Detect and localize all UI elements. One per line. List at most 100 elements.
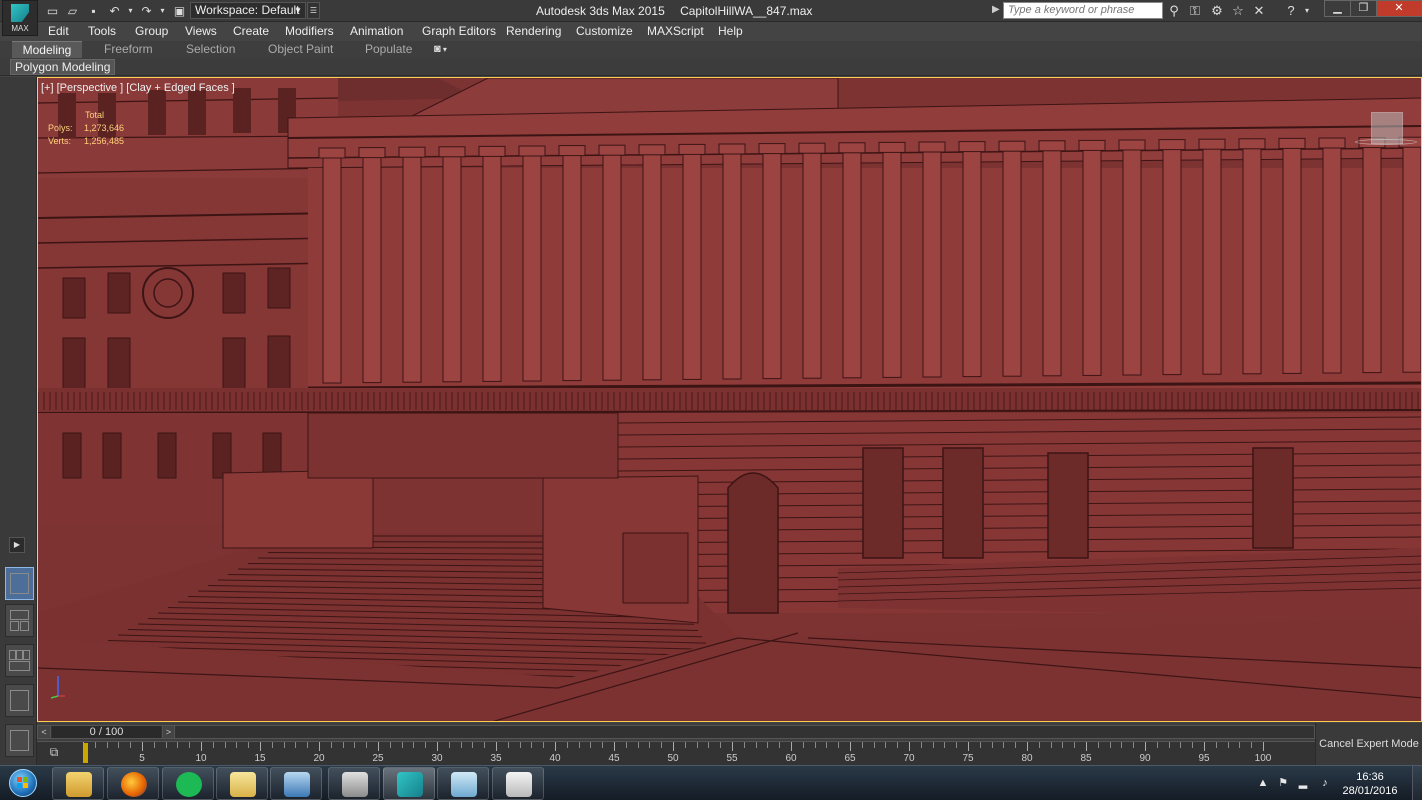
taskbar-calculator-button[interactable] [492,767,544,800]
layout-two-button[interactable] [5,604,34,637]
undo-dropdown-icon[interactable]: ▾ [122,3,139,19]
menu-modifiers[interactable]: Modifiers [285,24,334,38]
tab-freeform[interactable]: Freeform [98,41,159,58]
layout-five-button[interactable] [5,724,34,757]
show-hidden-icons-icon[interactable]: ▲ [1256,777,1270,790]
taskbar-spotify-button[interactable] [162,767,214,800]
frame-tick-label: 100 [1254,753,1272,764]
layout-cell [10,690,29,711]
menu-rendering[interactable]: Rendering [506,24,561,38]
tab-selection[interactable]: Selection [180,41,241,58]
taskbar-sketchup-button[interactable] [328,767,380,800]
app-menu-button[interactable]: MAX [2,0,38,36]
network-signal-icon[interactable]: ▂ [1296,777,1310,790]
taskbar-3ds-max-button[interactable] [383,767,435,800]
menu-tools[interactable]: Tools [88,24,116,38]
undo-icon[interactable]: ↶ [106,3,123,19]
favorites-star-icon[interactable]: ☆ [1229,3,1247,19]
frame-tick-label: 30 [431,753,443,764]
polygon-modeling-panel-button[interactable]: Polygon Modeling [10,59,116,75]
menu-group[interactable]: Group [135,24,168,38]
calculator-icon [506,772,532,797]
frame-tick-label: 35 [490,753,502,764]
frame-tick [661,742,663,748]
layout-cell [10,573,29,594]
frame-tick [271,742,273,748]
frame-tick [1015,742,1017,748]
frame-tick [979,742,981,748]
minimize-button[interactable]: ▁ [1324,0,1351,17]
menu-create[interactable]: Create [233,24,269,38]
expand-layouts-icon[interactable]: ▶ [9,537,25,553]
cancel-expert-mode-button[interactable]: Cancel Expert Mode [1315,723,1422,765]
action-center-flag-icon[interactable]: ⚑ [1276,777,1290,790]
frame-tick [850,742,851,751]
taskbar-firefox-button[interactable] [107,767,159,800]
previous-frame-icon[interactable]: < [38,726,51,738]
search-input[interactable]: Type a keyword or phrase [1003,2,1163,19]
frame-tick [1097,742,1099,748]
frame-tick [212,742,214,748]
layout-cell [10,610,29,620]
frame-tick [507,742,509,748]
system-clock[interactable]: 16:36 28/01/2016 [1340,770,1400,798]
close-button[interactable]: ✕ [1376,0,1422,17]
layout-four-button[interactable] [5,644,34,677]
maximize-button[interactable]: ❐ [1350,0,1377,17]
open-file-icon[interactable]: ▱ [64,3,81,19]
3d-scene-capitol-building[interactable] [38,78,1422,722]
show-desktop-button[interactable] [1412,766,1422,800]
help-dropdown-icon[interactable]: ▾ [1298,3,1316,19]
subscription-key-icon[interactable]: ⚿ [1186,3,1204,19]
time-slider-thumb[interactable]: 0 / 100 [52,726,161,738]
perspective-viewport[interactable]: [+] [Perspective ] [Clay + Edged Faces ]… [37,77,1422,722]
new-file-icon[interactable]: ▭ [44,3,61,19]
taskbar-explorer-button[interactable] [52,767,104,800]
frame-tick [354,742,356,748]
start-button[interactable] [3,767,43,800]
frame-tick [755,742,757,748]
menu-maxscript[interactable]: MAXScript [647,24,704,38]
workspace-select[interactable]: Workspace: Default ▼ [190,2,306,19]
menu-edit[interactable]: Edit [48,24,69,38]
3ds-max-icon [397,772,423,797]
taskbar-remote-desktop-button[interactable] [270,767,322,800]
trackbar[interactable]: ⧉ 5 10 15 20 25 30 35 40 45 50 55 60 65 70 75 80 85 90 95 1… [37,741,1315,765]
current-frame-marker[interactable] [83,743,88,763]
frame-tick [319,742,320,751]
menu-help[interactable]: Help [718,24,743,38]
frame-tick [791,742,792,751]
volume-icon[interactable]: ♪ [1318,777,1332,790]
tab-populate[interactable]: Populate [359,41,418,58]
mini-curve-editor-icon[interactable]: ⧉ [45,744,63,760]
tab-object-paint[interactable]: Object Paint [262,41,339,58]
redo-dropdown-icon[interactable]: ▾ [154,3,171,19]
menu-views[interactable]: Views [185,24,217,38]
viewcube-compass-ring[interactable] [1355,139,1417,145]
layout-three-button[interactable] [5,684,34,717]
layout-single-button[interactable] [5,567,34,600]
menu-animation[interactable]: Animation [350,24,403,38]
next-frame-icon[interactable]: > [162,726,175,738]
tab-modeling[interactable]: Modeling [12,41,82,58]
binoculars-search-icon[interactable]: ⚲ [1165,3,1183,19]
project-folder-icon[interactable]: ▣ [171,3,188,19]
windows-flag-icon [17,777,28,788]
redo-icon[interactable]: ↷ [138,3,155,19]
animation-timeline: < 0 / 100 > ⧉ 5 10 15 20 25 30 35 40 45 50 55 60 65 7… [37,723,1422,765]
quick-access-options-button[interactable]: ☰ [307,2,320,19]
time-slider[interactable]: < 0 / 100 > [37,725,1315,739]
taskbar-file-manager-button[interactable] [216,767,268,800]
menu-customize[interactable]: Customize [576,24,633,38]
ribbon-options-dropdown[interactable]: ◙ ▾ [434,43,447,55]
exchange-apps-icon[interactable]: ✕ [1250,3,1268,19]
frame-tick [330,742,332,748]
viewport-label-menu[interactable]: [+] [Perspective ] [Clay + Edged Faces ] [41,82,235,94]
frame-tick [684,742,686,748]
communication-center-icon[interactable]: ⚙ [1208,3,1226,19]
frame-tick [673,742,674,751]
search-expand-icon[interactable]: ▶ [992,4,1002,15]
taskbar-notes-button[interactable] [437,767,489,800]
save-file-icon[interactable]: ▪ [85,3,102,19]
menu-graph-editors[interactable]: Graph Editors [422,24,496,38]
